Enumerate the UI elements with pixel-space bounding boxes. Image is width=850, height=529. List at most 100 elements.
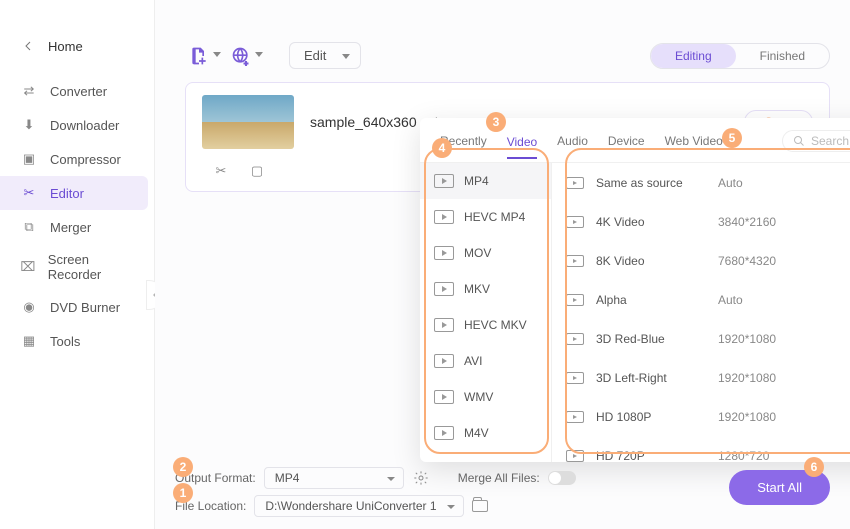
- video-thumbnail[interactable]: [202, 95, 294, 149]
- preset-resolution: 7680*4320: [718, 254, 776, 268]
- format-hevc-mkv[interactable]: HEVC MKV: [420, 307, 551, 343]
- format-label: MOV: [464, 246, 491, 260]
- format-wmv[interactable]: WMV: [420, 379, 551, 415]
- segment-editing[interactable]: Editing: [651, 44, 736, 68]
- format-icon: [434, 318, 454, 332]
- tab-device[interactable]: Device: [608, 134, 645, 148]
- add-file-button[interactable]: [185, 44, 213, 68]
- preset-label: Same as source: [596, 176, 706, 190]
- preset-row[interactable]: HD 720P1280*720: [552, 436, 850, 462]
- nav-label: Editor: [50, 186, 84, 201]
- preset-row[interactable]: Same as source Auto: [552, 163, 850, 202]
- preset-label: HD 1080P: [596, 410, 706, 424]
- preset-resolution: 1920*1080: [718, 410, 776, 424]
- format-label: MKV: [464, 282, 490, 296]
- nav-label: Downloader: [50, 118, 119, 133]
- open-folder-icon[interactable]: [472, 500, 488, 512]
- format-label: AVI: [464, 354, 482, 368]
- mode-select[interactable]: Edit: [289, 42, 361, 69]
- badge-5: 5: [722, 128, 742, 148]
- nav-label: DVD Burner: [50, 300, 120, 315]
- tab-web[interactable]: Web Video: [665, 134, 723, 148]
- format-label: M4V: [464, 426, 489, 440]
- sidebar: Home ⇄ Converter ⬇Downloader ▣ Compressor ✂ Ed…: [0, 0, 155, 529]
- preset-row[interactable]: 8K Video 7680*4320: [552, 241, 850, 280]
- preset-icon: [566, 450, 584, 462]
- format-icon: [434, 174, 454, 188]
- nav-label: Converter: [50, 84, 107, 99]
- preset-label: Alpha: [596, 293, 706, 307]
- preset-label: 3D Red-Blue: [596, 332, 706, 346]
- segment-finished[interactable]: Finished: [736, 44, 829, 68]
- nav-label: Screen Recorder: [48, 252, 134, 282]
- nav-icon: ▦: [20, 332, 38, 350]
- preset-label: 8K Video: [596, 254, 706, 268]
- nav-icon: ▣: [20, 150, 38, 168]
- format-icon: [434, 246, 454, 260]
- status-segment: Editing Finished: [650, 43, 830, 69]
- format-m4v[interactable]: M4V: [420, 415, 551, 451]
- sidebar-item-tools[interactable]: ▦ Tools: [0, 324, 154, 358]
- badge-4: 4: [432, 138, 452, 158]
- tab-video[interactable]: Video: [507, 135, 537, 159]
- format-label: HEVC MP4: [464, 210, 525, 224]
- preset-label: HD 720P: [596, 449, 706, 463]
- sidebar-item-dvd-burner[interactable]: ◉ DVD Burner: [0, 290, 154, 324]
- format-icon: [434, 390, 454, 404]
- add-url-button[interactable]: [227, 44, 255, 68]
- preset-row[interactable]: 3D Left-Right 1920*1080: [552, 358, 850, 397]
- preset-icon: [566, 294, 584, 306]
- format-avi[interactable]: AVI: [420, 343, 551, 379]
- nav-icon: ◉: [20, 298, 38, 316]
- badge-3: 3: [486, 112, 506, 132]
- home-link[interactable]: Home: [0, 32, 154, 60]
- format-icon: [434, 282, 454, 296]
- sidebar-item-converter[interactable]: ⇄ Converter: [0, 74, 154, 108]
- trim-icon[interactable]: ✂: [212, 163, 230, 179]
- preset-row[interactable]: 3D Red-Blue 1920*1080: [552, 319, 850, 358]
- preset-resolution: Auto: [718, 176, 743, 190]
- badge-1: 1: [173, 483, 193, 503]
- preset-icon: [566, 411, 584, 423]
- search-input[interactable]: Search: [782, 130, 850, 152]
- preset-resolution: 1920*1080: [718, 371, 776, 385]
- output-settings-icon[interactable]: [412, 470, 430, 486]
- crop-icon[interactable]: ▢: [248, 163, 266, 179]
- nav-icon: ⇄: [20, 82, 38, 100]
- merge-toggle[interactable]: [548, 471, 576, 485]
- preset-icon: [566, 216, 584, 228]
- sidebar-item-editor[interactable]: ✂ Editor: [0, 176, 148, 210]
- file-location-select[interactable]: D:\Wondershare UniConverter 1: [254, 495, 463, 517]
- search-placeholder: Search: [811, 134, 849, 148]
- nav-icon: ⌧: [20, 258, 36, 276]
- format-mov[interactable]: MOV: [420, 235, 551, 271]
- nav-label: Tools: [50, 334, 80, 349]
- format-icon: [434, 426, 454, 440]
- preset-icon: [566, 177, 584, 189]
- preset-row[interactable]: AlphaAuto: [552, 280, 850, 319]
- sidebar-item-screen-recorder[interactable]: ⌧ Screen Recorder: [0, 244, 154, 290]
- preset-label: 3D Left-Right: [596, 371, 706, 385]
- main-area: Edit Editing Finished sample_640x360 Sav…: [155, 0, 850, 529]
- nav-icon: ⧉: [20, 218, 38, 236]
- format-icon: [434, 354, 454, 368]
- sidebar-item-downloader[interactable]: ⬇Downloader: [0, 108, 154, 142]
- format-mp4[interactable]: MP4: [420, 163, 551, 199]
- preset-row[interactable]: HD 1080P 1920*1080: [552, 397, 850, 436]
- nav-icon: ✂: [20, 184, 38, 202]
- preset-resolution: 1920*1080: [718, 332, 776, 346]
- preset-icon: [566, 372, 584, 384]
- sidebar-item-compressor[interactable]: ▣ Compressor: [0, 142, 154, 176]
- nav-label: Compressor: [50, 152, 121, 167]
- tab-audio[interactable]: Audio: [557, 134, 588, 148]
- preset-label: 4K Video: [596, 215, 706, 229]
- format-mkv[interactable]: MKV: [420, 271, 551, 307]
- file-name: sample_640x360: [310, 114, 417, 130]
- sidebar-item-merger[interactable]: ⧉Merger: [0, 210, 154, 244]
- format-hevc-mp4[interactable]: HEVC MP4: [420, 199, 551, 235]
- back-icon: [20, 38, 36, 54]
- preset-row[interactable]: 4K Video3840*2160: [552, 202, 850, 241]
- output-format-select[interactable]: MP4: [264, 467, 404, 489]
- format-label: WMV: [464, 390, 493, 404]
- badge-6: 6: [804, 457, 824, 477]
